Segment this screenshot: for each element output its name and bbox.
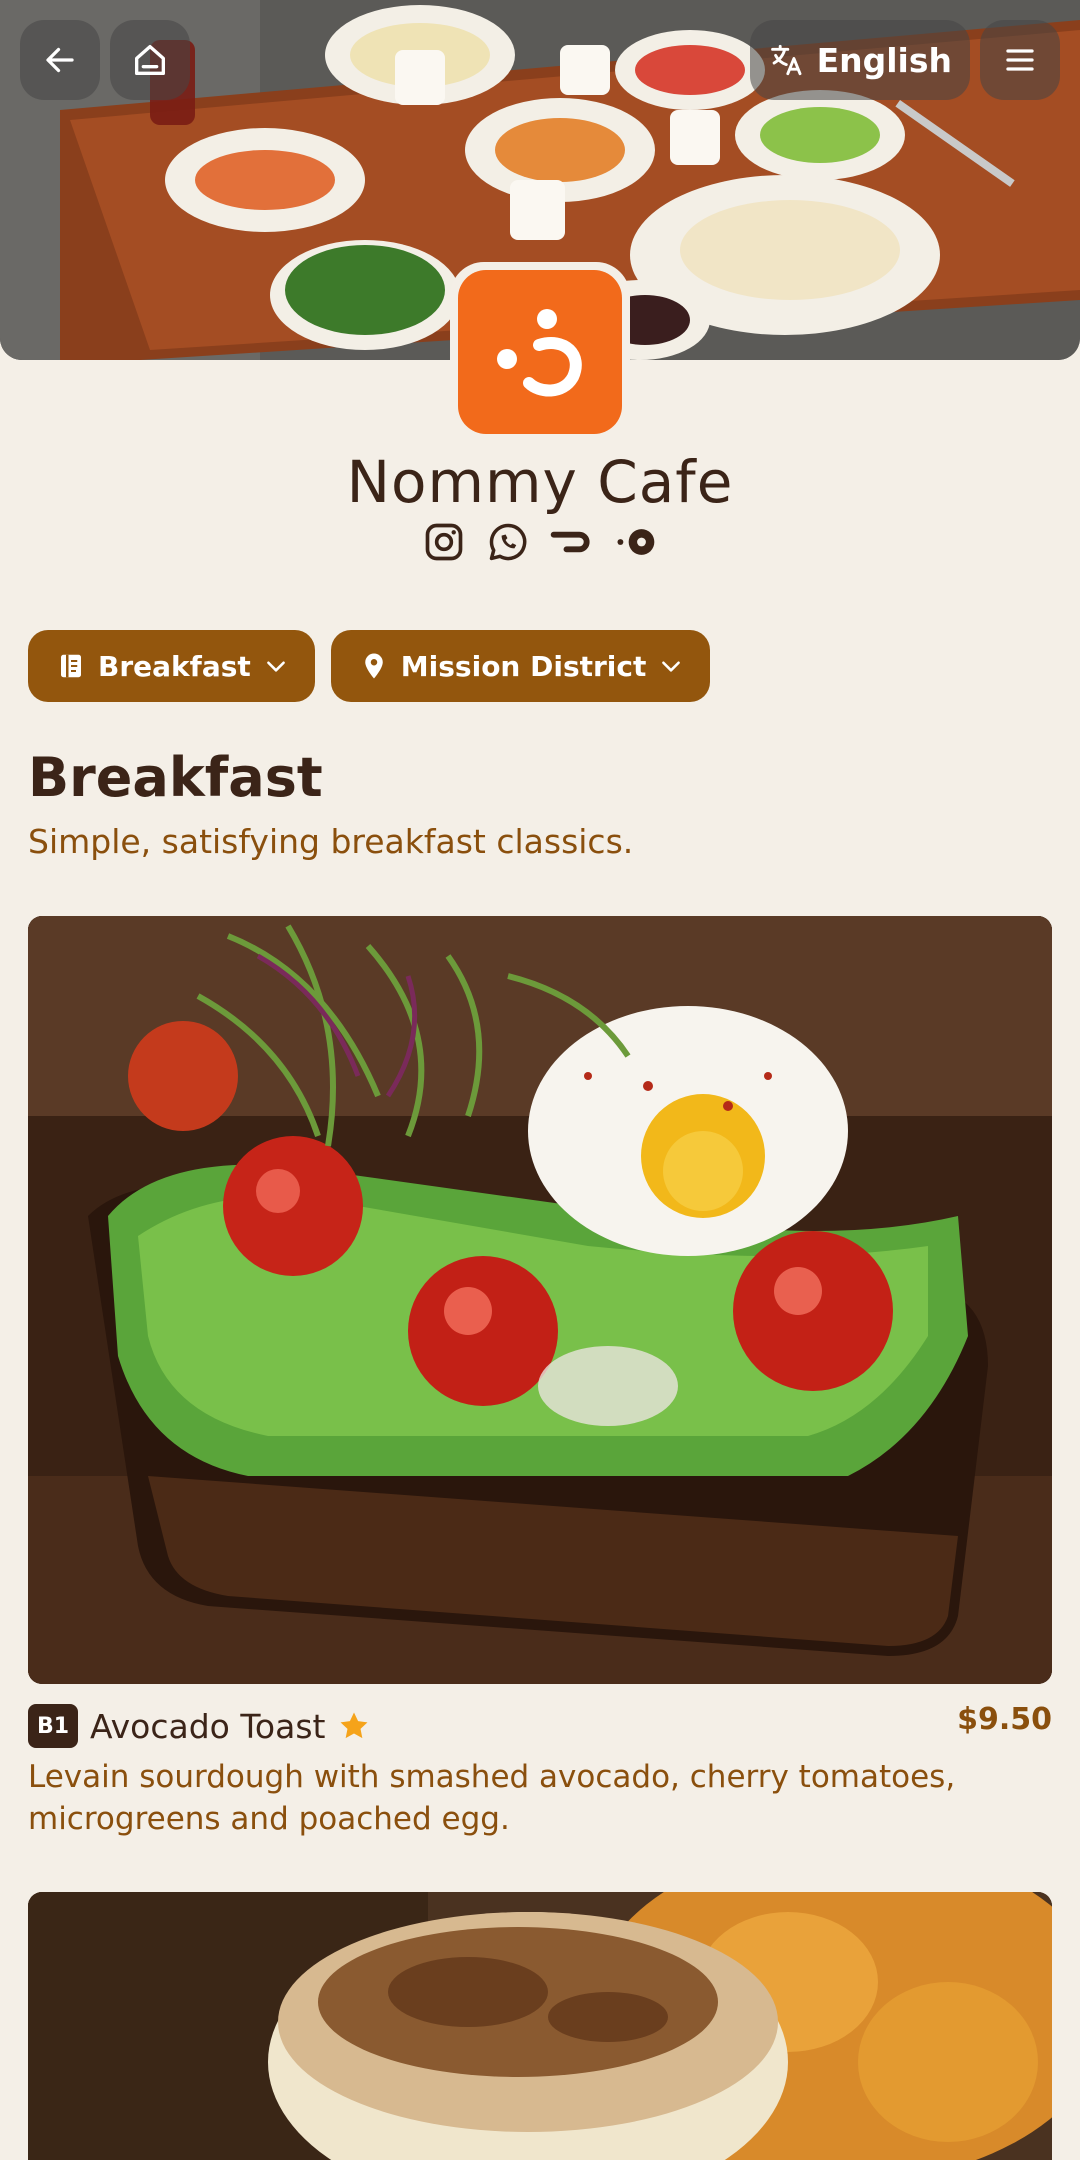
cafe-logo	[450, 262, 630, 442]
avocado-toast-image	[28, 916, 1052, 1684]
item-name[interactable]: Avocado Toast	[90, 1707, 325, 1746]
hamburger-icon	[1006, 49, 1034, 71]
chevron-down-icon	[266, 661, 285, 672]
menu-selector-label: Breakfast	[98, 649, 251, 683]
back-button[interactable]	[20, 20, 100, 100]
smile-logo-icon	[497, 309, 582, 397]
item-price: $9.50	[957, 1702, 1052, 1737]
item-code-badge: B1	[28, 1704, 78, 1748]
breakfast-sandwich-image	[28, 1892, 1052, 2160]
language-button[interactable]: English	[750, 20, 970, 100]
filter-bar: Breakfast Mission District	[28, 630, 711, 702]
section-subtitle: Simple, satisfying breakfast classics.	[28, 822, 634, 861]
chevron-down-icon	[662, 661, 681, 672]
delivery-app-icon[interactable]	[550, 520, 594, 564]
cafe-name: Nommy Cafe	[346, 448, 734, 516]
menu-item-header: B1 Avocado Toast $9.50	[28, 1702, 1052, 1750]
home-icon	[135, 45, 165, 76]
arrow-left-icon	[46, 47, 74, 73]
whatsapp-icon[interactable]	[486, 520, 530, 564]
menu-selector[interactable]: Breakfast	[28, 630, 315, 702]
tripadvisor-icon[interactable]	[614, 520, 658, 564]
menu-button[interactable]	[980, 20, 1060, 100]
location-pin-icon	[365, 653, 383, 679]
translate-icon	[771, 44, 802, 76]
social-links	[0, 520, 1080, 564]
home-button[interactable]	[110, 20, 190, 100]
location-selector[interactable]: Mission District	[330, 630, 711, 702]
menu-book-icon	[61, 654, 81, 678]
instagram-icon[interactable]	[422, 520, 466, 564]
item-photo[interactable]	[28, 1892, 1052, 2160]
section-title: Breakfast	[28, 746, 323, 809]
location-selector-label: Mission District	[400, 649, 647, 683]
item-photo[interactable]	[28, 916, 1052, 1684]
star-icon	[340, 1712, 368, 1739]
language-label: English	[816, 40, 952, 80]
item-description: Levain sourdough with smashed avocado, c…	[28, 1759, 956, 1837]
